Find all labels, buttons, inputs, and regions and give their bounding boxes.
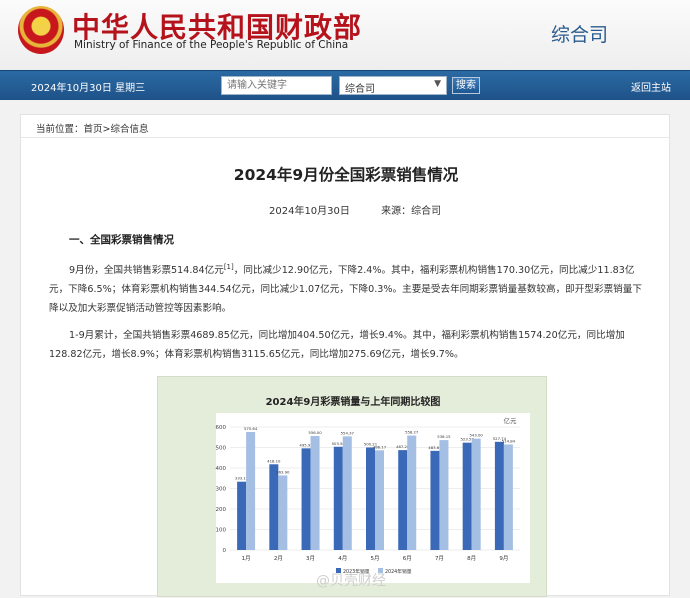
bar bbox=[471, 438, 481, 550]
search-button[interactable]: 搜索 bbox=[452, 77, 480, 94]
bar bbox=[310, 436, 320, 550]
x-tick-label: 1月 bbox=[242, 555, 251, 562]
national-emblem-icon[interactable]: ★ bbox=[18, 6, 64, 54]
data-label: 486.17 bbox=[373, 444, 387, 449]
y-tick-label: 100 bbox=[216, 528, 227, 534]
y-tick-label: 600 bbox=[216, 425, 227, 431]
x-tick-label: 3月 bbox=[306, 555, 315, 562]
y-tick-label: 400 bbox=[216, 466, 227, 472]
chart-svg: 2024年9月彩票销量与上年同期比较图亿元 0 100 200 300 400 500 600… bbox=[216, 395, 530, 583]
data-label: 556.00 bbox=[308, 430, 322, 435]
breadcrumb[interactable]: 当前位置：首页>综合信息 bbox=[36, 121, 148, 135]
nav-bar: 2024年10月30日 星期三 综合司 ▼ 搜索 返回主站 bbox=[0, 70, 690, 100]
x-tick-label: 7月 bbox=[435, 555, 444, 562]
x-tick-label: 6月 bbox=[403, 555, 412, 562]
bar bbox=[407, 435, 417, 550]
x-tick-label: 2月 bbox=[274, 555, 283, 562]
watermark: @贝壳财经 bbox=[316, 573, 386, 589]
footnote-link[interactable]: [1] bbox=[224, 263, 234, 271]
bar bbox=[430, 450, 440, 550]
y-tick-label: 500 bbox=[216, 446, 227, 452]
bar bbox=[246, 431, 256, 550]
chart-unit-label: 亿元 bbox=[504, 416, 518, 425]
department-select-value: 综合司 bbox=[345, 84, 375, 95]
bar bbox=[503, 444, 513, 550]
bar bbox=[462, 442, 472, 550]
legend-label: 2024年销量 bbox=[385, 568, 412, 575]
data-label: 554.37 bbox=[341, 430, 355, 435]
bar bbox=[278, 475, 288, 550]
current-date: 2024年10月30日 星期三 bbox=[31, 83, 146, 94]
department-select[interactable]: 综合司 ▼ bbox=[339, 76, 447, 95]
bar bbox=[494, 441, 504, 550]
section-heading: 一、全国彩票销售情况 bbox=[69, 234, 174, 246]
data-label: 543.00 bbox=[470, 433, 484, 438]
chart-title: 2024年9月彩票销量与上年同期比较图 bbox=[266, 395, 441, 408]
x-tick-label: 8月 bbox=[467, 555, 476, 562]
bar bbox=[333, 446, 343, 550]
article-source: 来源：综合司 bbox=[381, 206, 442, 217]
site-header: ★ 中华人民共和国财政部 Ministry of Finance of the … bbox=[0, 0, 690, 70]
y-tick-label: 0 bbox=[223, 548, 227, 554]
data-label: 558.27 bbox=[405, 430, 419, 435]
data-label: 514.84 bbox=[502, 438, 516, 443]
data-label: 418.10 bbox=[267, 458, 281, 463]
home-link[interactable]: 返回主站 bbox=[631, 79, 671, 94]
bar bbox=[237, 481, 247, 550]
paragraph-text: 9月份，全国共销售彩票514.84亿元 bbox=[69, 265, 224, 277]
data-label: 575.64 bbox=[244, 426, 258, 431]
chevron-down-icon: ▼ bbox=[434, 79, 441, 89]
data-label: 363.90 bbox=[276, 469, 290, 474]
bar bbox=[269, 464, 279, 550]
site-subtitle: Ministry of Finance of the People's Repu… bbox=[74, 39, 349, 51]
x-tick-label: 9月 bbox=[499, 555, 508, 562]
bar bbox=[375, 450, 384, 550]
article-title: 2024年9月份全国彩票销售情况 bbox=[233, 166, 459, 184]
article-date: 2024年10月30日 bbox=[269, 206, 350, 217]
article-container: 当前位置：首页>综合信息 2024年9月份全国彩票销售情况 2024年10月30… bbox=[20, 114, 671, 597]
sales-chart: 2024年9月彩票销量与上年同期比较图亿元 0 100 200 300 400 500 600… bbox=[157, 376, 547, 597]
y-tick-label: 300 bbox=[216, 487, 227, 493]
bar bbox=[342, 436, 352, 550]
bar bbox=[366, 447, 375, 550]
bar bbox=[301, 448, 311, 550]
article-meta: 2024年10月30日 来源：综合司 bbox=[269, 202, 441, 217]
data-label: 536.15 bbox=[437, 434, 451, 439]
bar bbox=[398, 450, 408, 550]
paragraph-cumulative: 1-9月累计，全国共销售彩票4689.85亿元，同比增加404.50亿元，增长9… bbox=[49, 330, 625, 360]
bar bbox=[439, 440, 449, 550]
search-input[interactable] bbox=[221, 76, 332, 95]
paragraph-monthly: 9月份，全国共销售彩票514.84亿元[1]，同比减少12.90亿元，下降2.4… bbox=[49, 258, 647, 318]
x-tick-label: 4月 bbox=[338, 555, 347, 562]
department-name: 综合司 bbox=[551, 24, 609, 46]
divider bbox=[21, 137, 671, 138]
x-tick-label: 5月 bbox=[371, 555, 380, 562]
y-tick-label: 200 bbox=[216, 507, 227, 513]
